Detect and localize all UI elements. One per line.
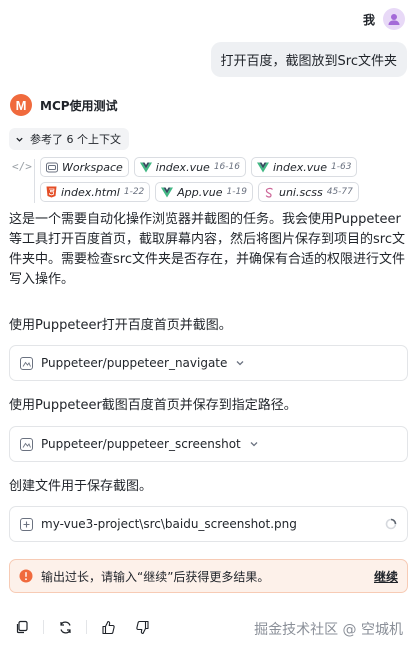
thumbs-up-icon [101,620,115,634]
step-text: 创建文件用于保存截图。 [9,479,153,494]
agent-header: M MCP使用测试 [10,94,118,116]
regenerate-button[interactable] [52,615,78,639]
reference-divider [34,159,35,203]
references-toggle[interactable]: 参考了 6 个上下文 [9,128,129,150]
step-text: 使用Puppeteer截图百度首页并保存到指定路径。 [9,398,297,413]
reference-chip-name: uni.scss [278,185,323,199]
reference-chip-index-vue[interactable]: index.vue 1-63 [250,157,358,177]
tool-call-screenshot[interactable]: Puppeteer/puppeteer_screenshot [9,426,408,462]
thumbs-down-icon [135,620,149,634]
scss-icon [265,187,273,198]
tool-call-navigate[interactable]: Puppeteer/puppeteer_navigate [9,345,408,381]
tool-icon [20,356,33,370]
chevron-down-icon [236,361,244,366]
warning-icon [19,569,33,583]
warning-text: 输出过长，请输入“继续”后获得更多结果。 [41,569,270,584]
tool-name: Puppeteer/puppeteer_screenshot [41,437,241,451]
chevron-down-icon [16,137,23,142]
thumbs-down-button[interactable] [129,615,155,639]
thumbs-up-button[interactable] [95,615,121,639]
vue-icon [161,187,174,197]
action-divider [86,620,87,634]
reference-chip-uni-scss[interactable]: uni.scss 45-77 [257,182,359,202]
code-icon: </> [12,160,32,173]
reference-chip-index-vue[interactable]: index.vue 16-16 [133,157,246,177]
reference-chip-range: 16-16 [213,162,240,172]
reference-chip-name: index.html [61,185,120,199]
references-toggle-label: 参考了 6 个上下文 [30,133,121,146]
reference-chip-range: 1-22 [123,187,145,197]
intro-paragraph: 这是一个需要自动化操作浏览器并截图的任务。我会使用Puppeteer等工具打开百… [9,212,405,287]
chevron-down-icon [250,442,258,447]
file-create-item[interactable]: my-vue3-project\src\baidu_screenshot.png [9,506,408,542]
folder-icon [46,162,58,172]
file-path: my-vue3-project\src\baidu_screenshot.png [41,517,297,531]
message-actions [9,615,155,639]
reference-chip-name: App.vue [177,185,223,199]
vue-icon [256,162,269,172]
reference-chip-name: index.vue [155,160,210,174]
step-text: 使用Puppeteer打开百度首页并截图。 [9,318,232,333]
agent-name: MCP使用测试 [40,98,118,113]
refresh-icon [59,621,71,633]
tool-icon [20,437,33,451]
reference-chip-name: Workspace [62,160,123,174]
user-avatar-icon [388,14,400,25]
agent-logo: M [10,94,32,116]
continue-button[interactable]: 继续 [374,568,398,585]
tool-name: Puppeteer/puppeteer_navigate [41,356,228,370]
output-truncated-warning: 输出过长，请输入“继续”后获得更多结果。 继续 [9,559,408,593]
reference-chip-name: index.vue [272,160,328,174]
watermark: 掘金技术社区 @ 空城机 [254,622,403,638]
user-header: 我 [363,8,405,30]
user-message-bubble: 打开百度，截图放到Src文件夹 [210,42,407,77]
user-avatar [383,8,405,30]
reference-chip-range: 45-77 [326,187,353,197]
reference-chip-range: 1-63 [331,162,352,172]
vue-icon [139,162,152,172]
reference-chip-workspace[interactable]: Workspace [40,157,129,177]
user-name: 我 [362,12,375,27]
html-icon [46,186,57,198]
loading-spinner-icon [385,518,397,530]
add-file-icon [20,517,33,531]
reference-chip-app-vue[interactable]: App.vue 1-19 [155,182,253,202]
action-divider [43,620,44,634]
reference-chip-range: 1-19 [226,187,247,197]
copy-icon [16,620,28,634]
copy-button[interactable] [9,615,35,639]
reference-chip-index-html[interactable]: index.html 1-22 [40,182,151,202]
